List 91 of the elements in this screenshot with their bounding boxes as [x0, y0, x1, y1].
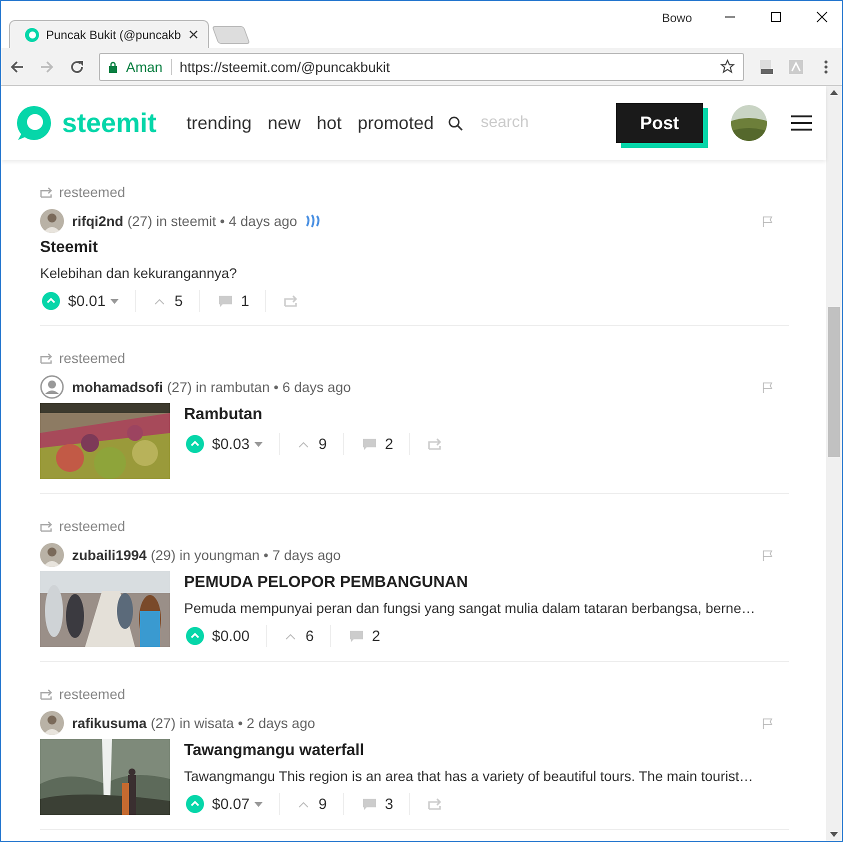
upvote-icon[interactable] [186, 795, 204, 813]
resteem-icon[interactable] [428, 438, 442, 450]
resteemed-label: resteemed [59, 518, 126, 534]
search-icon[interactable] [448, 116, 463, 130]
resteem-icon [40, 688, 53, 700]
author-name[interactable]: rafikusuma [72, 715, 147, 731]
avatar-icon[interactable] [40, 209, 64, 233]
author-name[interactable]: mohamadsofi [72, 379, 164, 395]
vote-count[interactable]: 6 [306, 628, 314, 644]
star-icon[interactable] [720, 59, 735, 74]
caret-icon[interactable] [254, 802, 263, 806]
post-excerpt[interactable]: Kelebihan dan kekurangannya? [40, 265, 789, 281]
flag-icon[interactable] [762, 718, 773, 728]
vote-count[interactable]: 9 [318, 796, 327, 812]
payout-amount[interactable]: $0.03 [212, 436, 250, 452]
scroll-up-icon[interactable] [830, 90, 838, 95]
upvote-icon[interactable] [42, 292, 60, 310]
avatar-icon[interactable] [40, 711, 64, 735]
nav-link[interactable]: hot [316, 112, 342, 134]
voters-caret-icon[interactable] [284, 632, 296, 640]
comment-count[interactable]: 3 [384, 796, 394, 812]
resteem-icon[interactable] [284, 295, 298, 307]
back-icon[interactable] [9, 58, 25, 74]
address-bar[interactable]: Aman https://steemit.com/@puncakbukit [99, 52, 744, 80]
scroll-down-icon[interactable] [830, 832, 838, 837]
caret-icon[interactable] [110, 298, 119, 304]
author-name[interactable]: rifqi2nd [72, 213, 124, 229]
payout-amount[interactable]: $0.01 [68, 292, 106, 310]
site-icon [24, 26, 40, 42]
post-meta: (27) in rambutan • 6 days ago [167, 379, 351, 395]
close-icon[interactable] [189, 30, 198, 39]
voters-caret-icon[interactable] [298, 440, 309, 448]
payout-amount[interactable]: $0.00 [212, 628, 250, 644]
extension-icon[interactable] [758, 58, 774, 74]
browser-tab[interactable]: Puncak Bukit (@puncakb [9, 20, 209, 48]
upvote-icon[interactable] [186, 627, 204, 645]
profile-name[interactable]: Bowo [662, 11, 692, 25]
close-icon[interactable] [816, 11, 828, 23]
security-label: Aman [126, 58, 163, 74]
post-excerpt[interactable]: Tawangmangu This region is an area that has a variety of beautiful tours. The main tourist… [184, 768, 754, 784]
comments-icon[interactable] [362, 438, 377, 450]
resteem-icon [40, 352, 53, 364]
comment-count[interactable]: 2 [372, 628, 380, 644]
post-meta: (27) in wisata • 2 days ago [150, 715, 316, 731]
post-button[interactable]: Post [616, 103, 703, 143]
post-meta: (27) in steemit • 4 days ago [127, 213, 298, 229]
post-meta: (29) in youngman • 7 days ago [150, 547, 341, 563]
flag-icon[interactable] [762, 216, 773, 226]
url-text: https://steemit.com/@puncakbukit [180, 58, 391, 74]
comment-count[interactable]: 1 [240, 292, 250, 310]
caret-icon[interactable] [254, 442, 263, 446]
user-avatar[interactable] [731, 105, 767, 141]
payout-amount[interactable]: $0.07 [212, 796, 250, 812]
voters-caret-icon[interactable] [154, 298, 165, 304]
voters-caret-icon[interactable] [298, 800, 309, 808]
avatar-icon[interactable] [40, 543, 64, 567]
vote-count[interactable]: 5 [174, 292, 183, 310]
avatar-icon[interactable] [40, 375, 64, 399]
nav-link[interactable]: promoted [358, 112, 434, 134]
post-title[interactable]: Steemit [40, 239, 789, 257]
post-title[interactable]: Tawangmangu waterfall [184, 742, 754, 760]
scroll-thumb[interactable] [828, 307, 840, 457]
resteemed-label: resteemed [59, 350, 126, 366]
comment-count[interactable]: 2 [384, 436, 394, 452]
new-tab-button[interactable] [212, 26, 250, 44]
nav-link[interactable]: trending [186, 112, 252, 134]
reload-icon[interactable] [69, 58, 85, 74]
resteem-icon [40, 186, 53, 198]
pdf-extension-icon[interactable] [788, 58, 804, 74]
post-excerpt[interactable]: Pemuda mempunyai peran dan fungsi yang sangat mulia dalam tataran berbangsa, berne… [184, 600, 756, 616]
post-title[interactable]: PEMUDA PELOPOR PEMBANGUNAN [184, 574, 756, 592]
nav-link[interactable]: new [268, 112, 301, 134]
resteemed-label: resteemed [59, 686, 126, 702]
menu-icon[interactable] [791, 114, 812, 132]
resteem-icon [40, 520, 53, 532]
comments-icon[interactable] [362, 798, 377, 810]
author-name[interactable]: zubaili1994 [72, 547, 147, 563]
resteemed-label: resteemed [59, 184, 126, 200]
flag-icon[interactable] [762, 382, 773, 392]
maximize-icon[interactable] [770, 11, 782, 23]
resteem-icon[interactable] [428, 798, 442, 810]
comments-icon[interactable] [218, 294, 233, 308]
post-title[interactable]: Rambutan [184, 406, 442, 424]
lock-icon [108, 60, 118, 72]
scrollbar[interactable] [826, 86, 842, 841]
vote-count[interactable]: 9 [318, 436, 327, 452]
comments-icon[interactable] [348, 630, 364, 642]
upvote-icon[interactable] [186, 435, 204, 453]
flag-icon[interactable] [762, 550, 773, 560]
forward-icon[interactable] [39, 58, 55, 74]
steemit-logo-icon[interactable] [16, 105, 52, 141]
